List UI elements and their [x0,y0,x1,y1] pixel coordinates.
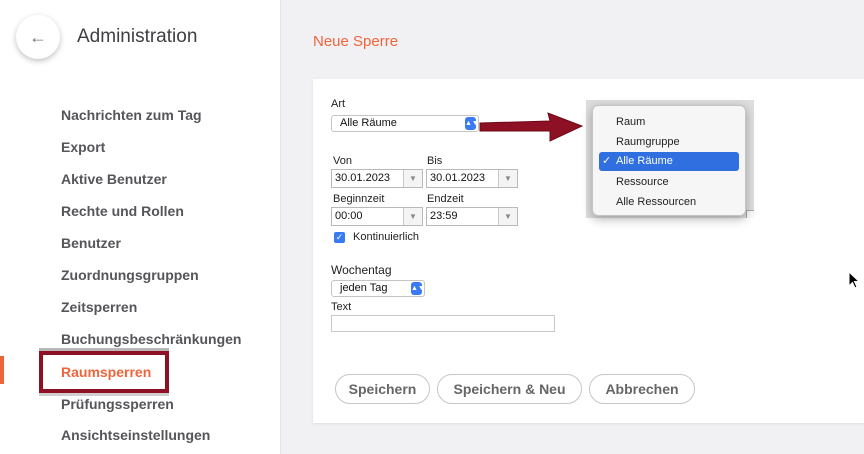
text-input[interactable] [331,315,555,332]
sidebar-item-aktive-benutzer[interactable]: Aktive Benutzer [61,171,167,187]
chevron-down-icon[interactable]: ▼ [403,170,422,187]
select-arrows-icon: ▲▼ [465,117,479,130]
select-arrows-icon: ▲▼ [411,282,425,295]
sidebar-item-pruefungssperren[interactable]: Prüfungssperren [61,396,174,412]
checkmark-icon: ✓ [602,155,612,167]
art-select-value: Alle Räume [340,117,397,129]
chevron-down-icon[interactable]: ▼ [498,170,517,187]
active-item-marker [0,356,4,384]
kontinuierlich-checkbox[interactable]: ✓ [334,232,345,243]
text-label: Text [331,301,352,313]
endzeit-value: 23:59 [430,210,458,222]
wochentag-select-value: jeden Tag [340,282,388,294]
chevron-down-icon[interactable]: ▼ [403,208,422,225]
sidebar: ← Administration Nachrichten zum Tag Exp… [0,0,281,454]
wochentag-label: Wochentag [331,263,392,277]
arrow-left-icon: ← [29,27,47,47]
dropdown-option-raum[interactable]: Raum [616,116,645,128]
sidebar-title: Administration [77,26,198,47]
bis-label: Bis [427,155,443,167]
annotation-arrow [479,112,584,142]
annotation-highlight-box [39,351,169,393]
sidebar-item-zuordnungsgruppen[interactable]: Zuordnungsgruppen [61,267,199,283]
save-button[interactable]: Speichern [335,374,430,404]
cancel-button[interactable]: Abbrechen [589,374,695,404]
beginnzeit-value: 00:00 [335,210,363,222]
checkmark-icon: ✓ [335,232,344,242]
sidebar-item-export[interactable]: Export [61,139,105,155]
bis-date-input[interactable]: 30.01.2023 ▼ [426,169,518,188]
dropdown-option-ressource[interactable]: Ressource [616,176,669,188]
von-label: Von [333,155,352,167]
dropdown-option-label: Alle Räume [616,155,673,167]
sidebar-item-benutzer[interactable]: Benutzer [61,235,121,251]
back-button[interactable]: ← [16,15,60,59]
art-dropdown-menu[interactable]: Raum Raumgruppe ✓ Alle Räume Ressource A… [592,105,746,216]
sidebar-item-zeitsperren[interactable]: Zeitsperren [61,299,137,315]
underlying-select-arrow [746,210,754,218]
chevron-down-icon[interactable]: ▼ [498,208,517,225]
dropdown-option-alle-raeume[interactable]: ✓ Alle Räume [599,152,739,171]
sidebar-item-nachrichten[interactable]: Nachrichten zum Tag [61,107,202,123]
wochentag-select[interactable]: jeden Tag ▲▼ [331,280,425,297]
dropdown-option-alle-ressourcen[interactable]: Alle Ressourcen [616,196,696,208]
sidebar-item-rechte-rollen[interactable]: Rechte und Rollen [61,203,184,219]
dropdown-option-raumgruppe[interactable]: Raumgruppe [616,136,680,148]
endzeit-label: Endzeit [427,193,464,205]
sidebar-item-buchungsbeschraenkungen[interactable]: Buchungsbeschränkungen [61,331,241,347]
beginnzeit-label: Beginnzeit [333,193,385,205]
von-date-value: 30.01.2023 [335,172,391,184]
bis-date-value: 30.01.2023 [430,172,486,184]
art-select[interactable]: Alle Räume ▲▼ [331,115,479,132]
mouse-pointer-icon [848,271,860,289]
kontinuierlich-label: Kontinuierlich [353,231,420,243]
beginnzeit-input[interactable]: 00:00 ▼ [331,207,423,226]
art-label: Art [331,98,346,110]
sidebar-item-ansichtseinstellungen[interactable]: Ansichtseinstellungen [61,427,210,443]
page-title: Neue Sperre [313,33,399,50]
save-and-new-button[interactable]: Speichern & Neu [437,374,582,404]
endzeit-input[interactable]: 23:59 ▼ [426,207,518,226]
von-date-input[interactable]: 30.01.2023 ▼ [331,169,423,188]
